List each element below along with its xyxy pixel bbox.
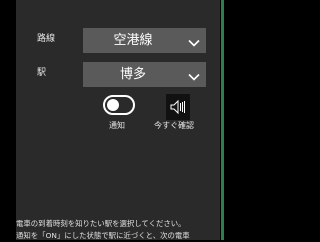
notify-label: 通知	[109, 121, 125, 130]
settings-panel: 路線 空港線 駅 博多 通知 今すぐ確認	[16, 0, 220, 240]
check-now-label: 今すぐ確認	[154, 121, 194, 130]
description-line: 通知を「ON」にした状態で駅に近づくと、次の電車	[16, 231, 190, 240]
speaker-icon	[170, 99, 185, 115]
accent-bar	[221, 0, 224, 240]
description-line: 電車の到着時刻を知りたい駅を選択してください。	[16, 219, 186, 228]
route-label: 路線	[37, 34, 56, 44]
route-select[interactable]: 空港線	[83, 28, 206, 53]
station-label: 駅	[37, 68, 47, 78]
notify-toggle[interactable]	[103, 95, 135, 115]
chevron-down-icon	[188, 34, 200, 47]
route-select-value: 空港線	[113, 33, 153, 48]
toggle-knob	[107, 99, 119, 111]
station-select-value: 博多	[119, 67, 146, 82]
chevron-down-icon	[188, 68, 200, 81]
check-now-button[interactable]	[166, 94, 190, 120]
description-text: 電車の到着時刻を知りたい駅を選択してください。 通知を「ON」にした状態で駅に近…	[16, 218, 216, 242]
station-select[interactable]: 博多	[83, 62, 206, 87]
